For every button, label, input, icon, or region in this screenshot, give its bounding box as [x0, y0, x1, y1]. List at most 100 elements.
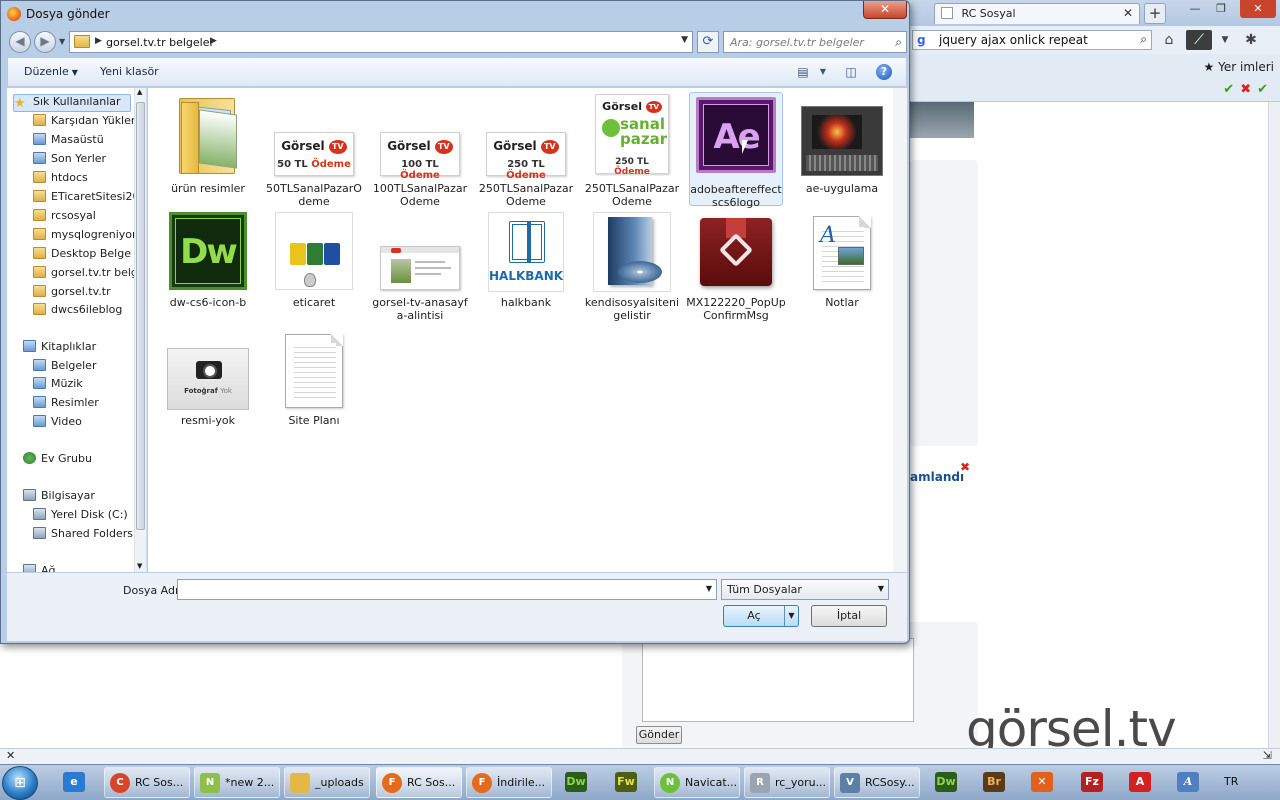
file-item-site-plani[interactable]: Site Planı — [264, 332, 364, 434]
close-icon[interactable]: ✕ — [6, 749, 15, 762]
nav-item-downloads[interactable]: Karşıdan Yüklem — [33, 114, 142, 132]
taskbar-item-explorer[interactable]: _uploads — [284, 767, 370, 798]
chevron-down-icon[interactable]: ▼ — [814, 64, 832, 80]
nav-item-documents[interactable]: Belgeler — [33, 359, 96, 377]
taskbar-pin-word[interactable]: A — [1168, 767, 1208, 798]
taskbar-item-navicat[interactable]: N Navicat... — [654, 767, 740, 798]
file-item-100tl[interactable]: Görsel TV 100 TL Ödeme 100TLSanalPazarOd… — [370, 92, 470, 208]
nav-homegroup[interactable]: Ev Grubu — [23, 452, 92, 470]
help-icon[interactable]: ? — [876, 64, 892, 80]
taskbar-item-chrome[interactable]: C RC Sos... — [104, 767, 190, 798]
chevron-down-icon[interactable]: ▼ — [1214, 30, 1236, 50]
file-item-gorsel-anasayfa[interactable]: gorsel-tv-anasayfa-alintisi — [370, 210, 470, 322]
view-options-icon[interactable]: ▤ — [794, 64, 812, 80]
file-item-kendisosyal[interactable]: kendisosyalsitenigelistir — [582, 210, 682, 322]
check-icon-2[interactable]: ✔ — [1257, 82, 1274, 97]
file-item-eticaret[interactable]: eticaret — [264, 210, 364, 322]
minimize-icon[interactable]: — — [1182, 0, 1208, 18]
search-icon[interactable]: ⌕ — [895, 35, 902, 50]
file-item-250tl[interactable]: Görsel TV 250 TL Ödeme 250TLSanalPazarOd… — [476, 92, 576, 208]
nav-item-music[interactable]: Müzik — [33, 377, 83, 395]
taskbar-item-firefox[interactable]: F RC Sos... — [376, 767, 462, 798]
history-dropdown-icon[interactable]: ▼ — [59, 37, 65, 46]
close-icon[interactable]: ✕ — [1123, 6, 1133, 20]
folder-search-input[interactable]: Ara: gorsel.tv.tr belgeler ⌕ — [723, 31, 907, 53]
address-bar[interactable]: ▶ gorsel.tv.tr belgeler ▶ ▼ — [69, 31, 693, 53]
nav-item-pictures[interactable]: Resimler — [33, 396, 99, 414]
new-tab-button[interactable]: + — [1144, 3, 1166, 24]
file-item-urun-resimler[interactable]: ürün resimler — [158, 92, 258, 204]
open-button[interactable]: Aç ▼ — [723, 605, 799, 627]
file-item-notlar[interactable]: A Notlar — [792, 210, 892, 322]
split-dropdown-icon[interactable]: ▼ — [784, 606, 798, 626]
nav-item-dwcs6[interactable]: dwcs6ileblog — [33, 303, 122, 321]
browser-search-input[interactable]: g jquery ajax onlick repeat ⌕ — [912, 30, 1152, 50]
taskbar-pin-xampp[interactable]: ✕ — [1022, 767, 1062, 798]
file-item-ae-uygulama[interactable]: ae-uygulama — [792, 92, 892, 204]
pen-tool-icon[interactable]: ⟋ — [1186, 30, 1212, 50]
search-icon[interactable]: ⌕ — [1140, 32, 1147, 47]
comment-textarea[interactable] — [642, 638, 914, 722]
nav-item-desktop-belge[interactable]: Desktop Belge — [33, 247, 131, 265]
back-button[interactable]: ◀ — [9, 31, 31, 53]
taskbar-item-virtualbox[interactable]: V RCSosy... — [834, 767, 920, 798]
taskbar-item-downloads[interactable]: F İndirile... — [466, 767, 552, 798]
check-icon[interactable]: ✔ — [1223, 82, 1240, 97]
chevron-right-icon[interactable]: ▶ — [95, 36, 102, 46]
scroll-up-icon[interactable]: ▲ — [137, 88, 142, 96]
bookmarks-button[interactable]: ★ Yer imleri — [1204, 60, 1274, 74]
taskbar-pin-bridge[interactable]: Br — [974, 767, 1014, 798]
nav-computer-header[interactable]: Bilgisayar — [23, 489, 95, 507]
taskbar-item-notepad[interactable]: N *new 2... — [194, 767, 280, 798]
puzzle-icon[interactable]: ✱ — [1240, 30, 1262, 50]
taskbar-pin-dreamweaver[interactable]: Dw — [556, 767, 596, 798]
send-button[interactable]: Gönder — [636, 726, 682, 744]
filename-input[interactable]: ▼ — [177, 579, 717, 600]
taskbar-pin-filezilla[interactable]: Fz — [1072, 767, 1112, 798]
chevron-down-icon[interactable]: ▼ — [706, 584, 712, 593]
browser-tab-rc-sosyal[interactable]: RC Sosyal ✕ — [934, 3, 1140, 24]
breadcrumb[interactable]: gorsel.tv.tr belgeler — [106, 36, 214, 49]
new-folder-button[interactable]: Yeni klasör — [100, 65, 159, 78]
nav-item-mysql[interactable]: mysqlogreniyoru — [33, 228, 144, 246]
nav-item-video[interactable]: Video — [33, 415, 82, 433]
file-list-scrollbar[interactable] — [893, 88, 907, 572]
close-icon[interactable]: ✖ — [960, 460, 970, 474]
file-item-halkbank[interactable]: HALKBANK halkbank — [476, 210, 576, 322]
maximize-icon[interactable]: ❐ — [1208, 0, 1234, 18]
file-item-resmi-yok[interactable]: Fotoğraf Yok resmi-yok — [158, 344, 258, 434]
file-item-mx-popup[interactable]: MX122220_PopUpConfirmMsg — [686, 210, 786, 322]
scroll-down-icon[interactable]: ▼ — [137, 562, 142, 570]
page-scrollbar[interactable] — [1268, 102, 1280, 748]
nav-item-eticaret[interactable]: ETicaretSitesi2013 — [33, 190, 146, 208]
dialog-close-button[interactable]: ✕ — [863, 1, 907, 19]
cancel-circle-icon[interactable]: ✖ — [1240, 82, 1257, 97]
organize-button[interactable]: Düzenle ▼ — [24, 65, 78, 78]
filetype-select[interactable]: Tüm Dosyalar ▼ — [721, 579, 889, 600]
taskbar-item-rc-yorum[interactable]: Rrc_yoru... — [744, 767, 830, 798]
nav-libraries-header[interactable]: Kitaplıklar — [23, 340, 96, 358]
taskbar-pin-ie[interactable]: e — [54, 767, 94, 798]
refresh-button[interactable]: ⟳ — [697, 31, 719, 53]
taskbar-pin-dreamweaver-2[interactable]: Dw — [926, 767, 966, 798]
preview-pane-icon[interactable]: ◫ — [842, 64, 860, 80]
file-item-dw-icon[interactable]: Dw dw-cs6-icon-b — [158, 210, 258, 322]
nav-item-gorsel-belge[interactable]: gorsel.tv.tr belge — [33, 266, 145, 284]
taskbar-pin-fireworks[interactable]: Fw — [606, 767, 646, 798]
taskbar-pin-acrobat[interactable]: A — [1120, 767, 1160, 798]
home-icon[interactable]: ⌂ — [1158, 30, 1180, 50]
nav-item-htdocs[interactable]: htdocs — [33, 171, 88, 189]
forward-button[interactable]: ▶ — [34, 31, 56, 53]
chevron-right-icon[interactable]: ▶ — [210, 36, 217, 46]
nav-scrollbar[interactable]: ▲ ▼ — [134, 88, 146, 572]
nav-item-recent[interactable]: Son Yerler — [33, 152, 106, 170]
cancel-button[interactable]: İptal — [811, 605, 887, 627]
nav-favorites-header[interactable]: ★ Sık Kullanılanlar — [13, 94, 131, 112]
nav-item-rcsosyal[interactable]: rcsosyal — [33, 209, 96, 227]
close-window-icon[interactable]: ✕ — [1240, 0, 1276, 18]
nav-network[interactable]: Ağ — [23, 564, 56, 572]
nav-item-gorsel[interactable]: gorsel.tv.tr — [33, 285, 111, 303]
file-item-50tl[interactable]: Görsel TV 50 TL Ödeme 50TLSanalPazarOdem… — [264, 92, 364, 208]
address-dropdown-icon[interactable]: ▼ — [681, 35, 688, 45]
nav-item-shared-folders[interactable]: Shared Folders (\ — [33, 527, 144, 545]
